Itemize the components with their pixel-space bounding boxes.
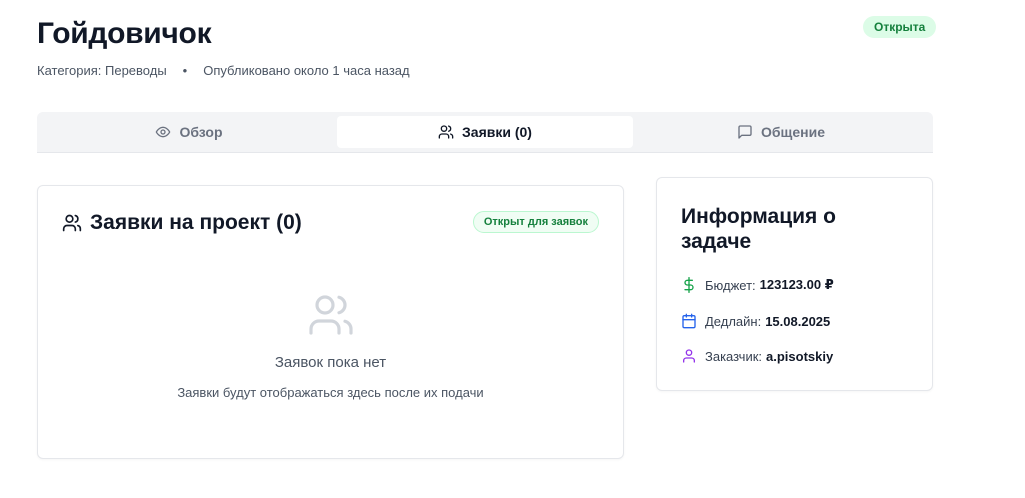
deadline-label: Дедлайн:: [705, 313, 762, 329]
customer-label: Заказчик:: [705, 348, 763, 364]
tab-chat[interactable]: Общение: [633, 116, 929, 148]
customer-value[interactable]: a.pisotskiy: [766, 349, 833, 364]
calendar-icon: [682, 313, 696, 329]
applications-title: Заявки на проект (0): [90, 211, 302, 234]
task-info-card: Информация о задаче Бюджет: 123123.00 ₽ …: [656, 177, 933, 391]
open-for-applications-badge: Открыт для заявок: [472, 211, 599, 233]
meta-separator: •: [182, 63, 188, 78]
message-square-icon: [738, 125, 752, 139]
status-badge: Открыта: [863, 16, 937, 38]
applications-header: Заявки на проект (0): [62, 211, 302, 235]
budget-row: Бюджет: 123123.00 ₽: [681, 277, 834, 293]
empty-state-subtitle: Заявки будут отображаться здесь после их…: [177, 385, 484, 400]
user-icon: [683, 349, 695, 363]
tab-chat-label: Общение: [761, 124, 825, 140]
dollar-icon: [684, 277, 694, 293]
budget-label: Бюджет:: [705, 277, 756, 293]
task-meta: Категория: Переводы • Опубликовано около…: [37, 63, 410, 78]
category-text: Категория: Переводы: [37, 63, 167, 78]
tab-overview[interactable]: Обзор: [41, 116, 337, 148]
page-title: Гойдовичок: [37, 17, 212, 50]
users-icon: [438, 125, 454, 139]
users-empty-icon: [309, 295, 353, 335]
tab-applications[interactable]: Заявки (0): [337, 116, 633, 148]
deadline-value: 15.08.2025: [765, 313, 831, 329]
tab-overview-label: Обзор: [179, 124, 223, 140]
info-title: Информация о задаче: [681, 205, 836, 253]
customer-row: Заказчик: a.pisotskiy: [681, 348, 833, 364]
task-page: Гойдовичок Категория: Переводы • Опублик…: [0, 0, 1025, 498]
eye-icon: [156, 126, 171, 138]
published-text: Опубликовано около 1 часа назад: [203, 63, 410, 78]
budget-value: 123123.00 ₽: [759, 277, 834, 292]
empty-state-title: Заявок пока нет: [274, 354, 387, 371]
deadline-row: Дедлайн: 15.08.2025: [681, 313, 830, 329]
users-icon: [62, 214, 82, 232]
tab-list: Обзор Заявки (0) Общение: [37, 112, 933, 153]
tab-applications-label: Заявки (0): [462, 124, 532, 140]
applications-card: Заявки на проект (0) Открыт для заявок З…: [37, 185, 624, 459]
